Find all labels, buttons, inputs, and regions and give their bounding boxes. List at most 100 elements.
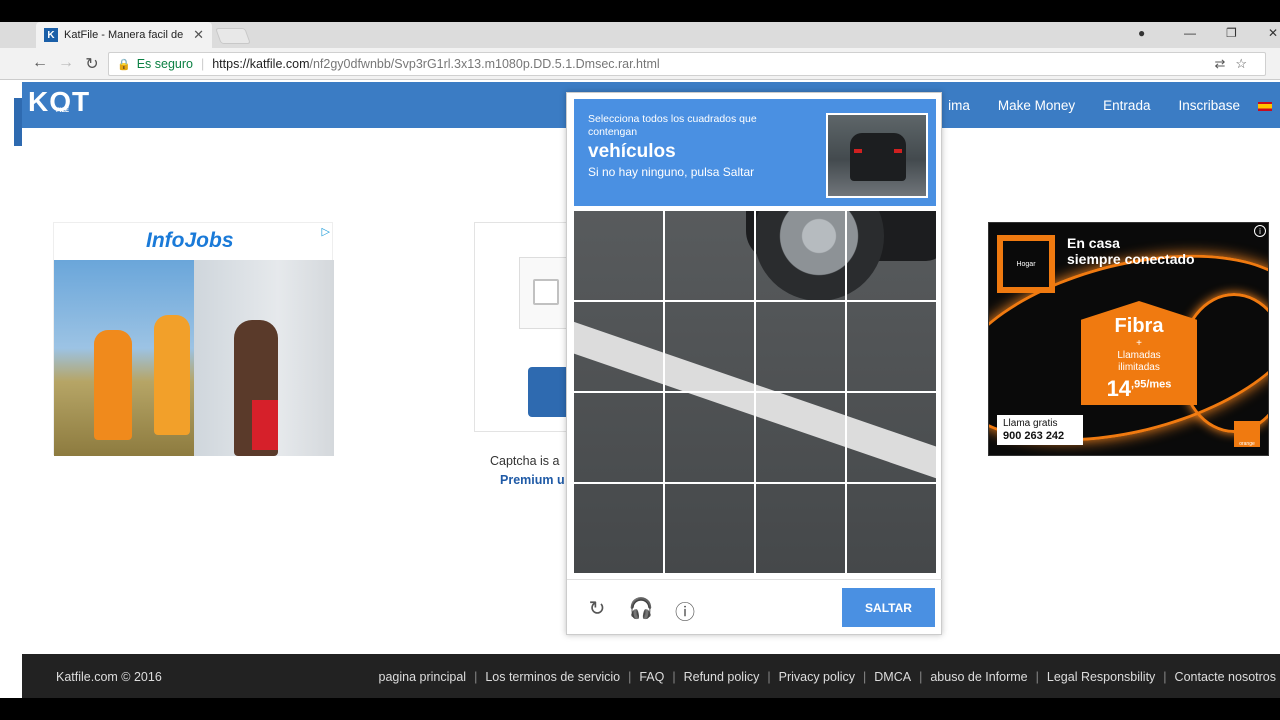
footer-link[interactable]: pagina principal bbox=[379, 670, 467, 684]
forward-icon[interactable]: → bbox=[56, 54, 76, 72]
copyright: Katfile.com © 2016 bbox=[56, 670, 162, 684]
challenge-header: Selecciona todos los cuadrados que conte… bbox=[574, 99, 936, 206]
price: 14,95/mes bbox=[1081, 376, 1197, 402]
price-unit: /mes bbox=[1146, 378, 1172, 391]
bottom-letterbox bbox=[0, 698, 1280, 720]
audio-challenge-icon[interactable]: 🎧 bbox=[628, 596, 654, 621]
captcha-tile[interactable] bbox=[754, 391, 847, 484]
challenge-footer: ↻ 🎧 ⓘ SALTAR bbox=[567, 579, 943, 636]
ad-headline-line1: En casa bbox=[1067, 235, 1120, 251]
captcha-tile[interactable] bbox=[754, 482, 847, 575]
captcha-tile[interactable] bbox=[572, 209, 665, 302]
reload-challenge-icon[interactable]: ↻ bbox=[584, 596, 610, 621]
translate-and-star-icons[interactable]: ⇄☆ bbox=[1214, 56, 1257, 72]
llamadas-line1: Llamadas bbox=[1117, 350, 1161, 361]
worker-figure bbox=[154, 315, 190, 435]
captcha-tile[interactable] bbox=[754, 300, 847, 393]
tile-grid bbox=[572, 209, 938, 575]
new-tab-button[interactable] bbox=[215, 28, 251, 44]
footer-separator: | bbox=[628, 670, 632, 684]
page-content: KOT FILE ima Make Money Entrada Inscriba… bbox=[0, 80, 1280, 698]
adchoices-icon[interactable]: ▷ bbox=[322, 225, 330, 238]
screen: K KatFile - Manera facil de ✕ ● — ❐ ✕ ← … bbox=[0, 0, 1280, 720]
site-footer: Katfile.com © 2016 pagina principal | Los … bbox=[22, 654, 1280, 698]
plus-sign: + bbox=[1136, 338, 1142, 349]
challenge-instruction: Selecciona todos los cuadrados que conte… bbox=[588, 113, 757, 138]
captcha-tile[interactable] bbox=[572, 391, 665, 484]
ad-photo bbox=[54, 260, 334, 456]
header-nav: ima Make Money Entrada Inscribase bbox=[948, 98, 1240, 113]
spain-flag-icon[interactable] bbox=[1258, 102, 1272, 111]
captcha-note: Captcha is a bbox=[490, 454, 560, 468]
footer-link[interactable]: Contacte nosotros bbox=[1175, 670, 1276, 684]
call-box: Llama gratis 900 263 242 bbox=[997, 415, 1083, 445]
footer-link[interactable]: Los terminos de servicio bbox=[485, 670, 620, 684]
price-main: 14 bbox=[1106, 376, 1132, 401]
infojobs-ad[interactable]: InfoJobs ▷ bbox=[53, 222, 334, 456]
phone-number: 900 263 242 bbox=[1003, 430, 1065, 442]
llamadas-line2: ilimitadas bbox=[1118, 362, 1160, 373]
katfile-favicon-icon: K bbox=[44, 28, 58, 42]
shopping-bag bbox=[252, 400, 278, 450]
home-icon: Hogar bbox=[997, 235, 1055, 293]
url-field[interactable]: 🔒 Es seguro | https://katfile.com /nf2gy… bbox=[108, 52, 1266, 76]
close-window-icon[interactable]: ✕ bbox=[1268, 26, 1278, 40]
footer-link[interactable]: Legal Responsbility bbox=[1047, 670, 1155, 684]
url-path: /nf2gy0dfwnbb/Svp3rG1rl.3x13.m1080p.DD.5… bbox=[309, 57, 660, 71]
profile-icon[interactable]: ● bbox=[1138, 26, 1145, 40]
captcha-tile[interactable] bbox=[663, 391, 756, 484]
captcha-tile[interactable] bbox=[663, 300, 756, 393]
close-tab-icon[interactable]: ✕ bbox=[193, 27, 204, 43]
captcha-tile[interactable] bbox=[845, 391, 938, 484]
katfile-logo[interactable]: KOT FILE bbox=[28, 86, 90, 118]
nav-item-register[interactable]: Inscribase bbox=[1178, 98, 1240, 113]
orange-ad[interactable]: Hogar En casa siempre conectado Fibra + … bbox=[988, 222, 1269, 456]
captcha-tile[interactable] bbox=[572, 482, 665, 575]
ad-headline: En casa siempre conectado bbox=[1067, 235, 1195, 267]
info-icon[interactable]: ⓘ bbox=[672, 596, 698, 625]
footer-link[interactable]: abuso de Informe bbox=[930, 670, 1027, 684]
tab-title: KatFile - Manera facil de bbox=[64, 29, 184, 41]
sample-car bbox=[850, 133, 906, 181]
left-edge-bar bbox=[14, 98, 22, 146]
captcha-tile[interactable] bbox=[572, 300, 665, 393]
back-icon[interactable]: ← bbox=[30, 54, 50, 72]
captcha-tile[interactable] bbox=[845, 300, 938, 393]
ad-info-icon[interactable]: i bbox=[1254, 225, 1266, 237]
footer-link[interactable]: FAQ bbox=[639, 670, 664, 684]
nav-item-premium[interactable]: ima bbox=[948, 98, 970, 113]
taillight bbox=[894, 149, 902, 153]
nav-item-login[interactable]: Entrada bbox=[1103, 98, 1150, 113]
url-separator: | bbox=[200, 57, 205, 71]
captcha-tile[interactable] bbox=[845, 209, 938, 302]
recaptcha-challenge: Selecciona todos los cuadrados que conte… bbox=[566, 92, 943, 636]
captcha-tile[interactable] bbox=[754, 209, 847, 302]
call-label: Llama gratis bbox=[1003, 418, 1058, 429]
captcha-tile[interactable] bbox=[663, 209, 756, 302]
minimize-icon[interactable]: — bbox=[1184, 26, 1196, 40]
worker-figure bbox=[94, 330, 132, 440]
premium-link[interactable]: Premium u bbox=[500, 473, 565, 487]
url-host: https://katfile.com bbox=[212, 57, 310, 71]
lock-icon: 🔒 bbox=[117, 58, 131, 71]
reload-icon[interactable]: ↻ bbox=[82, 54, 102, 74]
footer-separator: | bbox=[672, 670, 676, 684]
skip-button[interactable]: SALTAR bbox=[842, 588, 935, 627]
address-bar-row: ← → ↻ 🔒 Es seguro | https://katfile.com … bbox=[0, 48, 1280, 80]
footer-link[interactable]: DMCA bbox=[874, 670, 911, 684]
footer-separator: | bbox=[919, 670, 923, 684]
footer-separator: | bbox=[474, 670, 478, 684]
footer-link[interactable]: Refund policy bbox=[684, 670, 760, 684]
ad-headline-line2: siempre conectado bbox=[1067, 251, 1195, 267]
captcha-tile[interactable] bbox=[663, 482, 756, 575]
browser-tab[interactable]: K KatFile - Manera facil de ✕ bbox=[36, 22, 212, 48]
tab-bar: K KatFile - Manera facil de ✕ ● — ❐ ✕ bbox=[0, 22, 1280, 48]
captcha-checkbox[interactable] bbox=[533, 279, 559, 305]
nav-item-make-money[interactable]: Make Money bbox=[998, 98, 1075, 113]
captcha-tile[interactable] bbox=[845, 482, 938, 575]
challenge-target: vehículos bbox=[588, 141, 676, 162]
footer-link[interactable]: Privacy policy bbox=[779, 670, 855, 684]
restore-icon[interactable]: ❐ bbox=[1226, 26, 1237, 40]
infojobs-logo: InfoJobs bbox=[146, 229, 234, 252]
home-label: Hogar bbox=[1003, 241, 1049, 287]
